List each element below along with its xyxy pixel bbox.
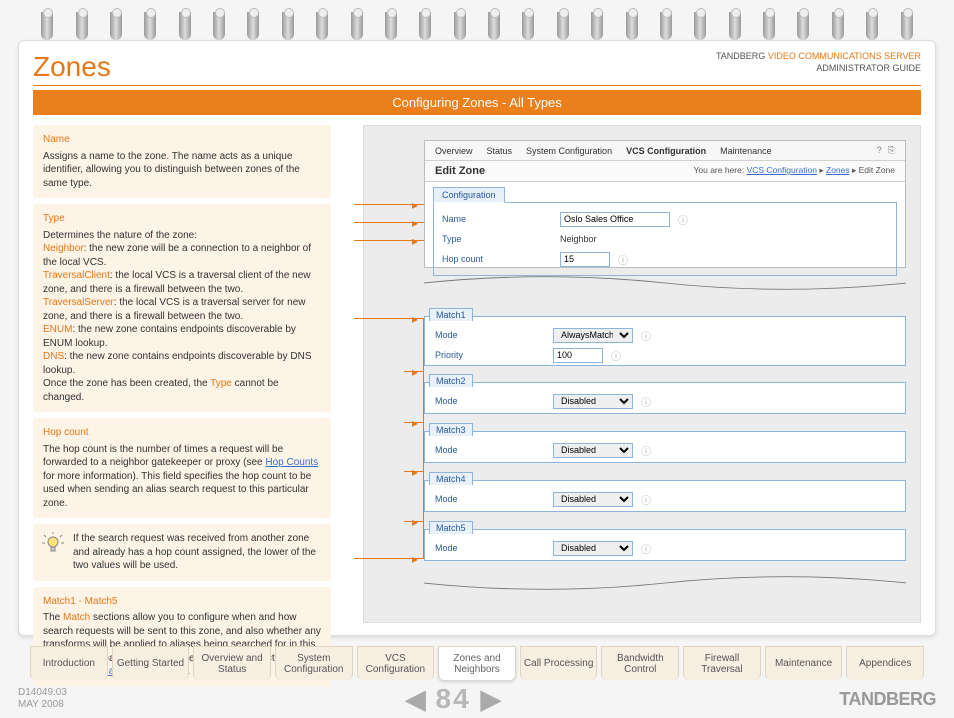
- tab-firewall-traversal[interactable]: Firewall Traversal: [683, 646, 761, 680]
- breadcrumb: You are here: VCS Configuration ▸ Zones …: [694, 165, 896, 177]
- info-icon[interactable]: ⓘ: [618, 252, 628, 267]
- nav-vcsconf[interactable]: VCS Configuration: [626, 146, 706, 156]
- info-icon[interactable]: ⓘ: [641, 394, 651, 409]
- info-icon[interactable]: ⓘ: [611, 348, 621, 363]
- match5-box: Match5 Mode Disabled ⓘ: [424, 529, 906, 561]
- match4-box: Match4 Mode Disabled ⓘ: [424, 480, 906, 512]
- arrow-icon: ▸: [412, 552, 418, 566]
- page-footer: D14049.03 MAY 2008 ◀ 84 ▶ TANDBERG: [18, 684, 936, 714]
- match5-mode-label: Mode: [435, 543, 545, 553]
- link-hop-counts[interactable]: Hop Counts: [265, 457, 318, 468]
- panel-title: Edit Zone: [435, 165, 485, 177]
- block-type: Type Determines the nature of the zone: …: [33, 204, 331, 412]
- match3-mode-label: Mode: [435, 445, 545, 455]
- nav-overview[interactable]: Overview: [435, 146, 473, 156]
- block-name: Name Assigns a name to the zone. The nam…: [33, 125, 331, 198]
- info-icon[interactable]: ⓘ: [641, 328, 651, 343]
- arrow-icon: ▸: [412, 416, 418, 430]
- match2-mode-label: Mode: [435, 396, 545, 406]
- tab-overview-status[interactable]: Overview and Status: [193, 646, 271, 680]
- next-page-icon[interactable]: ▶: [481, 684, 501, 715]
- tab-appendices[interactable]: Appendices: [846, 646, 924, 680]
- match3-tab[interactable]: Match3: [429, 423, 473, 436]
- match2-mode-select[interactable]: Disabled: [553, 394, 633, 409]
- logout-icon[interactable]: ⎘: [888, 145, 895, 156]
- lightbulb-icon: [41, 532, 65, 556]
- block-name-title: Name: [43, 133, 321, 147]
- tab-introduction[interactable]: Introduction: [30, 646, 108, 680]
- arrow-icon: ▸: [412, 365, 418, 379]
- tip-text: If the search request was received from …: [73, 532, 323, 573]
- nav-maint[interactable]: Maintenance: [720, 146, 772, 156]
- doc-id: D14049.03: [18, 687, 67, 699]
- match3-mode-select[interactable]: Disabled: [553, 443, 633, 458]
- arrow-icon: ▸: [412, 515, 418, 529]
- tab-maintenance[interactable]: Maintenance: [765, 646, 843, 680]
- arrow-icon: ▸: [412, 234, 418, 248]
- info-icon[interactable]: ⓘ: [678, 212, 688, 227]
- block-type-title: Type: [43, 212, 321, 226]
- bc-zones[interactable]: Zones: [826, 165, 850, 175]
- field-type-value: Neighbor: [560, 234, 597, 244]
- configuration-form: Name ⓘ Type Neighbor Hop count ⓘ: [433, 202, 897, 276]
- info-icon[interactable]: ⓘ: [641, 492, 651, 507]
- bc-vcsconf[interactable]: VCS Configuration: [747, 165, 817, 175]
- match3-box: Match3 Mode Disabled ⓘ: [424, 431, 906, 463]
- help-icon[interactable]: ?: [877, 145, 882, 156]
- tip-box: If the search request was received from …: [33, 524, 331, 581]
- doc-date: MAY 2008: [18, 699, 67, 711]
- section-title-bar: Configuring Zones - All Types: [33, 90, 921, 115]
- block-name-body: Assigns a name to the zone. The name act…: [43, 150, 321, 191]
- match1-priority-label: Priority: [435, 350, 545, 360]
- arrow-icon: ▸: [412, 198, 418, 212]
- page-title: Zones: [33, 51, 111, 83]
- block-type-intro: Determines the nature of the zone:: [43, 229, 321, 243]
- field-hop-label: Hop count: [442, 254, 552, 264]
- tab-call-processing[interactable]: Call Processing: [520, 646, 598, 680]
- field-name-label: Name: [442, 214, 552, 224]
- match4-mode-label: Mode: [435, 494, 545, 504]
- arrow-icon: ▸: [412, 465, 418, 479]
- field-name-input[interactable]: [560, 212, 670, 227]
- prev-page-icon[interactable]: ◀: [406, 684, 426, 715]
- match1-mode-select[interactable]: AlwaysMatch: [553, 328, 633, 343]
- match5-tab[interactable]: Match5: [429, 521, 473, 534]
- block-hopcount: Hop count The hop count is the number of…: [33, 418, 331, 518]
- match2-box: Match2 Mode Disabled ⓘ: [424, 382, 906, 414]
- configuration-tab[interactable]: Configuration: [433, 187, 505, 203]
- info-icon[interactable]: ⓘ: [641, 443, 651, 458]
- tab-getting-started[interactable]: Getting Started: [112, 646, 190, 680]
- match1-mode-label: Mode: [435, 330, 545, 340]
- tab-bandwidth-control[interactable]: Bandwidth Control: [601, 646, 679, 680]
- tab-vcs-config[interactable]: VCS Configuration: [357, 646, 435, 680]
- match4-mode-select[interactable]: Disabled: [553, 492, 633, 507]
- field-hop-input[interactable]: [560, 252, 610, 267]
- page-number: 84: [436, 683, 471, 715]
- match2-tab[interactable]: Match2: [429, 374, 473, 387]
- block-match-title: Match1 - Match5: [43, 595, 321, 609]
- info-icon[interactable]: ⓘ: [641, 541, 651, 556]
- tab-zones-neighbors[interactable]: Zones and Neighbors: [438, 646, 516, 680]
- screenshot-area: ▸ ▸ ▸ ▸ ▸ ▸ ▸ ▸ ▸ Overview Status System…: [363, 125, 921, 623]
- field-type-label: Type: [442, 234, 552, 244]
- tab-system-config[interactable]: System Configuration: [275, 646, 353, 680]
- match1-box: Match1 Mode AlwaysMatch ⓘ Priority ⓘ: [424, 316, 906, 366]
- match1-priority-input[interactable]: [553, 348, 603, 363]
- arrow-icon: ▸: [412, 216, 418, 230]
- bottom-tab-bar: Introduction Getting Started Overview an…: [18, 646, 936, 680]
- page: Zones TANDBERG VIDEO COMMUNICATIONS SERV…: [18, 40, 936, 636]
- match1-tab[interactable]: Match1: [429, 308, 473, 321]
- block-hop-title: Hop count: [43, 426, 321, 440]
- nav-sysconf[interactable]: System Configuration: [526, 146, 612, 156]
- app-window: Overview Status System Configuration VCS…: [424, 140, 906, 268]
- nav-status[interactable]: Status: [487, 146, 513, 156]
- match4-tab[interactable]: Match4: [429, 472, 473, 485]
- brand-logo: TANDBERG: [839, 689, 936, 710]
- product-header: TANDBERG VIDEO COMMUNICATIONS SERVER ADM…: [716, 51, 921, 74]
- app-nav: Overview Status System Configuration VCS…: [425, 141, 905, 161]
- match5-mode-select[interactable]: Disabled: [553, 541, 633, 556]
- arrow-icon: ▸: [412, 312, 418, 326]
- spiral-binding: [0, 0, 954, 40]
